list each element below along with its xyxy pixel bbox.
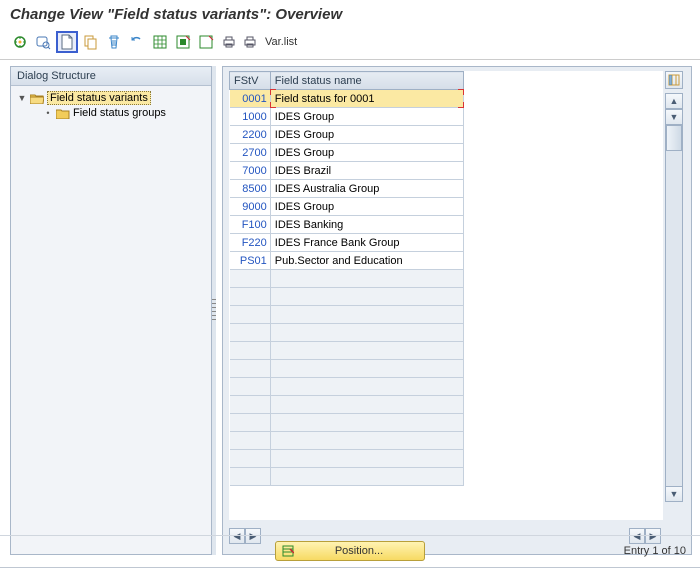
tree-item-field-status-groups[interactable]: • Field status groups bbox=[13, 106, 209, 120]
table-row[interactable]: PS01Pub.Sector and Education bbox=[230, 252, 464, 270]
table-row-empty bbox=[230, 306, 464, 324]
tree-item-field-status-variants[interactable]: ▼ Field status variants bbox=[13, 90, 209, 106]
cell-name[interactable]: IDES Group bbox=[270, 144, 463, 162]
table-row-empty bbox=[230, 342, 464, 360]
btn-other-view[interactable] bbox=[10, 32, 30, 52]
cell-code[interactable]: 1000 bbox=[230, 108, 271, 126]
scroll-down-icon[interactable]: ▼ bbox=[665, 109, 683, 125]
footer: Position... Entry 1 of 10 bbox=[0, 535, 700, 565]
btn-select-all[interactable] bbox=[150, 32, 170, 52]
cell-code[interactable]: 8500 bbox=[230, 180, 271, 198]
col-header-name[interactable]: Field status name bbox=[270, 72, 463, 90]
cell-code[interactable]: F220 bbox=[230, 234, 271, 252]
table-row-empty bbox=[230, 432, 464, 450]
dialog-structure-panel: Dialog Structure ▼ Field status variants… bbox=[10, 66, 212, 555]
table-row[interactable]: 8500IDES Australia Group bbox=[230, 180, 464, 198]
btn-print[interactable] bbox=[219, 32, 239, 52]
cell-name[interactable]: Pub.Sector and Education bbox=[270, 252, 463, 270]
cell-name[interactable]: IDES Banking bbox=[270, 216, 463, 234]
scroll-thumb[interactable] bbox=[666, 125, 682, 151]
cell-name[interactable]: IDES Group bbox=[270, 126, 463, 144]
table-row-empty bbox=[230, 378, 464, 396]
cell-code[interactable]: 2200 bbox=[230, 126, 271, 144]
position-label: Position... bbox=[300, 545, 418, 557]
folder-open-icon bbox=[30, 93, 44, 104]
table-row-empty bbox=[230, 324, 464, 342]
cell-code[interactable]: 7000 bbox=[230, 162, 271, 180]
btn-select-block[interactable] bbox=[173, 32, 193, 52]
btn-undo[interactable] bbox=[127, 32, 147, 52]
col-header-fstv[interactable]: FStV bbox=[230, 72, 271, 90]
btn-configure-columns[interactable] bbox=[665, 71, 683, 89]
bullet: • bbox=[43, 108, 53, 118]
table-row-empty bbox=[230, 450, 464, 468]
table-row-empty bbox=[230, 288, 464, 306]
table-field-status-variants: FStV Field status name 0001Field status … bbox=[229, 71, 464, 486]
cell-code[interactable]: 2700 bbox=[230, 144, 271, 162]
content-panel: FStV Field status name 0001Field status … bbox=[222, 66, 692, 555]
cell-code[interactable]: 9000 bbox=[230, 198, 271, 216]
table-row-empty bbox=[230, 414, 464, 432]
cell-name[interactable]: IDES Group bbox=[270, 108, 463, 126]
table-row[interactable]: 2700IDES Group bbox=[230, 144, 464, 162]
table-row[interactable]: 2200IDES Group bbox=[230, 126, 464, 144]
page-title: Change View "Field status variants": Ove… bbox=[0, 0, 700, 27]
table-row[interactable]: 0001Field status for 0001 bbox=[230, 90, 464, 108]
expand-icon[interactable]: ▼ bbox=[17, 93, 27, 103]
cell-code[interactable]: PS01 bbox=[230, 252, 271, 270]
table-row[interactable]: 1000IDES Group bbox=[230, 108, 464, 126]
position-button[interactable]: Position... bbox=[275, 541, 425, 561]
scroll-bottom-icon[interactable]: ▼ bbox=[665, 486, 683, 502]
splitter[interactable] bbox=[212, 66, 216, 555]
tree-label: Field status groups bbox=[73, 107, 166, 119]
position-icon bbox=[282, 545, 294, 557]
btn-new-entries[interactable] bbox=[56, 31, 78, 53]
cell-name[interactable]: IDES Group bbox=[270, 198, 463, 216]
btn-deselect-all[interactable] bbox=[196, 32, 216, 52]
cell-name[interactable]: IDES France Bank Group bbox=[270, 234, 463, 252]
table-row[interactable]: 9000IDES Group bbox=[230, 198, 464, 216]
folder-icon bbox=[56, 108, 70, 119]
cell-name[interactable]: IDES Australia Group bbox=[270, 180, 463, 198]
scroll-up-icon[interactable]: ▲ bbox=[665, 93, 683, 109]
btn-copy[interactable] bbox=[81, 32, 101, 52]
table-row-empty bbox=[230, 270, 464, 288]
btn-display[interactable] bbox=[33, 32, 53, 52]
cell-name[interactable]: Field status for 0001 bbox=[270, 90, 463, 108]
varlist-label: Var.list bbox=[263, 36, 297, 48]
cell-name[interactable]: IDES Brazil bbox=[270, 162, 463, 180]
table-row-empty bbox=[230, 468, 464, 486]
table-row-empty bbox=[230, 396, 464, 414]
table-row[interactable]: F100IDES Banking bbox=[230, 216, 464, 234]
btn-print-varlist[interactable] bbox=[242, 32, 260, 52]
tree-label: Field status variants bbox=[47, 91, 151, 105]
table-row[interactable]: F220IDES France Bank Group bbox=[230, 234, 464, 252]
entry-count: Entry 1 of 10 bbox=[624, 545, 686, 557]
btn-delete[interactable] bbox=[104, 32, 124, 52]
tree-header: Dialog Structure bbox=[11, 67, 211, 86]
table-row[interactable]: 7000IDES Brazil bbox=[230, 162, 464, 180]
cell-code[interactable]: F100 bbox=[230, 216, 271, 234]
table-row-empty bbox=[230, 360, 464, 378]
toolbar: Var.list bbox=[0, 27, 700, 60]
vertical-scrollbar[interactable]: ▲ ▼ ▼ bbox=[665, 93, 683, 502]
cell-code[interactable]: 0001 bbox=[230, 90, 271, 108]
